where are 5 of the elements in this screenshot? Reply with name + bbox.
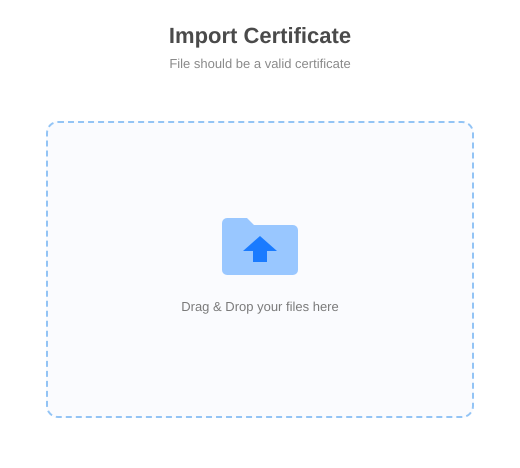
drop-zone[interactable]: Drag & Drop your files here [46,121,474,418]
folder-upload-icon [222,217,298,275]
subtitle: File should be a valid certificate [169,56,351,72]
dialog-title: Import Certificate [168,22,352,50]
drop-hint: Drag & Drop your files here [181,299,339,315]
